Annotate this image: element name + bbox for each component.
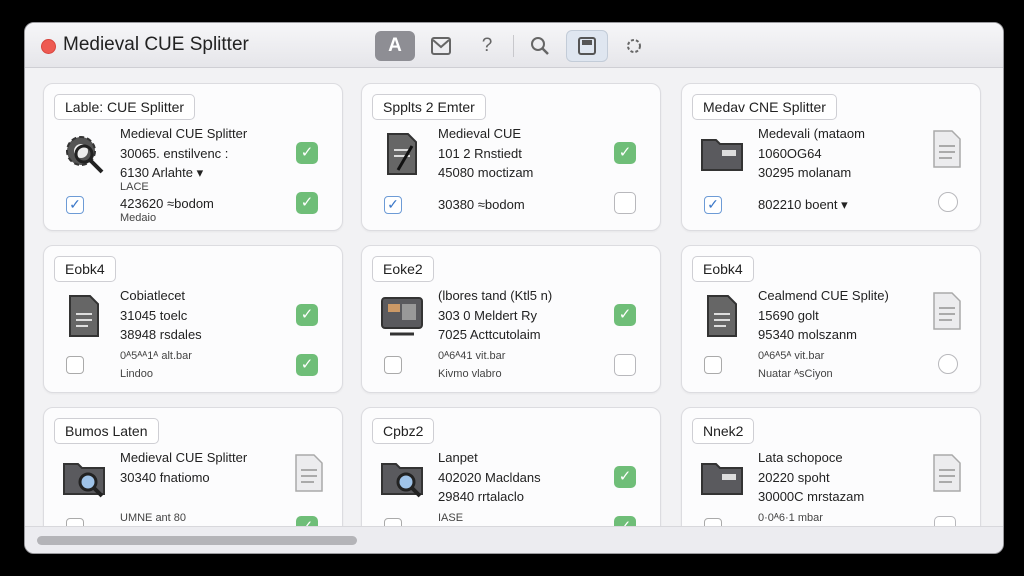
card-line-1: Cealmend CUE Splite) [758,288,889,303]
close-button[interactable] [41,39,56,54]
screen-icon [380,294,424,338]
app-window: Medieval CUE Splitter A ? Lable: CUE Spl… [24,22,1004,554]
format-button[interactable]: A [375,31,415,61]
folder-icon [700,456,744,500]
card-line-5: 0·0ᴬ6·1 mbar [758,512,823,524]
card-line-1: Lanpet [438,450,478,465]
card-line-5: 802210 boent ▾ [758,197,848,212]
help-button[interactable]: ? [467,31,507,61]
card-line-2: 31045 toelc [120,308,188,323]
enabled-checkbox[interactable]: ✓ [296,304,318,326]
card-line-3: 30000C mrstazam [758,489,865,504]
folder-search-icon [62,456,106,500]
card-line-2: 402020 Macldans [438,470,541,485]
card-line-2: 30065. enstilvenc : [120,146,229,161]
file-icon[interactable] [932,292,962,330]
card-line-5: 30380 ≈bodom [438,197,525,212]
settings-icon[interactable] [614,31,654,61]
option-checkbox[interactable] [614,192,636,214]
enabled-checkbox[interactable]: ✓ [614,466,636,488]
option-checkbox[interactable] [614,354,636,376]
card-line-1: (lbores tand (Ktl5 n) [438,288,553,303]
select-checkbox[interactable]: ✓ [384,196,402,214]
card-line-6: Lindoo [120,368,154,380]
enabled-checkbox[interactable]: ✓ [614,142,636,164]
card-tag[interactable]: Eoke2 [372,256,434,282]
card-tag[interactable]: Spplts 2 Emter [372,94,486,120]
card-line-5: 0ᴬ5ᴬᴬ1ᴬ alt.bar [120,350,192,362]
save-icon[interactable] [566,30,608,62]
card-line-3: 45080 moctizam [438,165,534,180]
card-tag[interactable]: Eobk4 [54,256,116,282]
gear-search-icon [62,132,106,176]
document-edit-icon [380,132,424,176]
card-line-1: Medevali (mataom [758,126,865,141]
enabled-checkbox[interactable]: ✓ [296,192,318,214]
card-line-1: Lata schopoce [758,450,843,465]
scrollbar-thumb[interactable] [37,536,357,545]
card-line-2: 30340 fnatiomo [120,470,210,485]
horizontal-scrollbar[interactable] [25,526,1003,553]
card-tag[interactable]: Nnek2 [692,418,755,444]
track-card[interactable]: Eobk4 Cobiatlecet 31045 toelc 38948 rsdales… [43,245,343,393]
card-line-6: Medaio [120,212,157,224]
card-line-2: 20220 spoht [758,470,830,485]
track-card[interactable]: Spplts 2 Emter Medieval CUE 101 2 Rnstiedt… [361,83,661,231]
card-line-2: 15690 golt [758,308,819,323]
document-icon [62,294,106,338]
card-line-3: 95340 molszanm [758,327,857,342]
file-icon[interactable] [932,130,962,168]
card-line-5: IASE [438,512,464,524]
select-checkbox[interactable] [704,356,722,374]
card-line-1: Medieval CUE Splitter [120,450,248,465]
folder-search-icon [380,456,424,500]
card-line-3: 38948 rsdales [120,327,202,342]
enabled-checkbox[interactable]: ✓ [296,142,318,164]
card-line-5: UMNE ant 80 [120,512,187,524]
card-line-5: 423620 ≈bodom [120,196,214,211]
title-bar: Medieval CUE Splitter A ? [25,23,1003,68]
document-icon [700,294,744,338]
enabled-checkbox[interactable]: ✓ [614,304,636,326]
option-radio[interactable] [938,354,958,374]
card-line-3: 29840 rrtalaclo [438,489,524,504]
file-icon[interactable] [294,454,324,492]
folder-icon [700,132,744,176]
search-icon[interactable] [520,31,560,61]
track-card[interactable]: Medav CNE Splitter Medevali (mataom 1060OG… [681,83,981,231]
card-line-1: Cobiatlecet [120,288,186,303]
option-radio[interactable] [938,192,958,212]
toolbar: A ? [375,29,654,63]
card-tag[interactable]: Cpbz2 [372,418,435,444]
envelope-icon[interactable] [421,31,461,61]
card-line-6: Nuatar ᴬsCiyon [758,368,833,380]
card-line-1: Medieval CUE Splitter [120,126,248,141]
window-title: Medieval CUE Splitter [63,34,249,55]
select-checkbox[interactable]: ✓ [704,196,722,214]
card-line-3: 30295 molanam [758,165,852,180]
select-checkbox[interactable] [384,356,402,374]
card-line-2: 1060OG64 [758,146,822,161]
select-checkbox[interactable]: ✓ [66,196,84,214]
track-card[interactable]: Lable: CUE Splitter Medieval CUE Splitter… [43,83,343,231]
card-line-2: 303 0 Meldert Ry [438,308,537,323]
card-tag[interactable]: Eobk4 [692,256,754,282]
toolbar-divider [513,35,514,57]
card-line-5: 0ᴬ6ᴬ5ᴬ vit.bar [758,350,825,362]
card-line-2: 101 2 Rnstiedt [438,146,522,161]
track-card[interactable]: Eobk4 Cealmend CUE Splite) 15690 golt 95340… [681,245,981,393]
card-tag[interactable]: Lable: CUE Splitter [54,94,196,120]
card-line-4: LACE [120,181,149,193]
card-line-6: Kivmo vlabro [438,368,502,380]
enabled-checkbox[interactable]: ✓ [296,354,318,376]
file-icon[interactable] [932,454,962,492]
select-checkbox[interactable] [66,356,84,374]
track-card[interactable]: Eoke2 (lbores tand (Ktl5 n) 303 0 Meldert … [361,245,661,393]
card-line-3: 6130 Arlahte ▾ [120,165,204,180]
card-tag[interactable]: Bumos Laten [54,418,159,444]
card-line-3: 7025 Acttcutolaim [438,327,541,342]
card-tag[interactable]: Medav CNE Splitter [692,94,837,120]
card-line-1: Medieval CUE [438,126,522,141]
card-line-5: 0ᴬ6ᴬ41 vit.bar [438,350,506,362]
